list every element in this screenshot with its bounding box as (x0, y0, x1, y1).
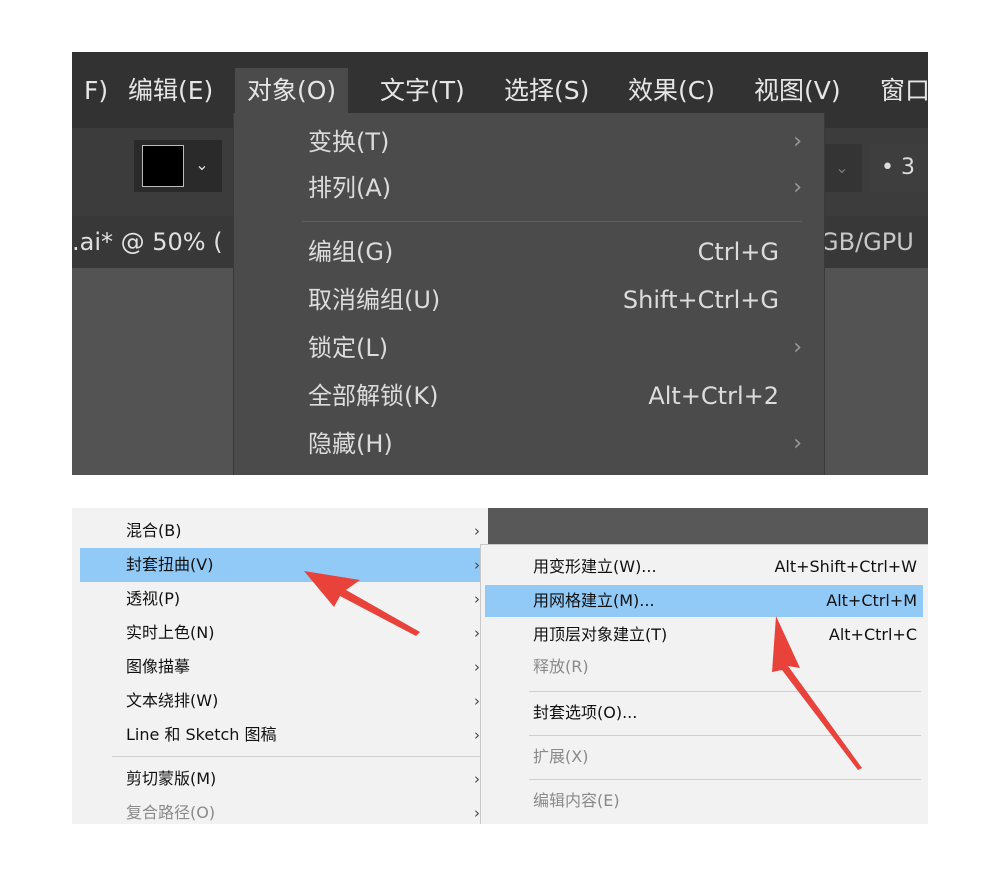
menu-item-release[interactable]: 释放(R) (485, 651, 923, 683)
menu-item-label: 扩展(X) (533, 747, 589, 766)
menu-item-label: 剪切蒙版(M) (126, 769, 217, 788)
menu-item-shortcut: Shift+Ctrl+G (622, 286, 779, 314)
menu-item-arrange[interactable]: 排列(A) › (234, 165, 824, 211)
menu-item-label: 编组(G) (308, 238, 394, 266)
menu-item-hide[interactable]: 隐藏(H) › (234, 421, 824, 467)
menu-object[interactable]: 对象(O) (235, 68, 349, 114)
menu-item-label: 编辑内容(E) (533, 791, 620, 810)
menu-item-label: 释放(R) (533, 657, 589, 676)
menu-separator (529, 779, 921, 780)
chevron-right-icon: › (793, 335, 802, 360)
object-dropdown-menu: 变换(T) › 排列(A) › 编组(G) Ctrl+G 取消编组(U) Shi… (233, 113, 825, 475)
menu-item-label: 变换(T) (308, 128, 390, 156)
chevron-right-icon: › (793, 175, 802, 200)
envelope-distort-menu-panel: 混合(B) › 封套扭曲(V) › 透视(P) › 实时上色(N) › 图像描摹… (72, 508, 928, 824)
chevron-right-icon: › (474, 522, 480, 540)
menu-separator (302, 221, 802, 222)
menu-view[interactable]: 视图(V) (742, 68, 853, 114)
menu-item-label: 封套扭曲(V) (126, 555, 214, 574)
menu-item-label: 锁定(L) (308, 334, 389, 362)
menu-item-label: 用顶层对象建立(T) (533, 625, 668, 644)
menu-item-label: 取消编组(U) (308, 286, 441, 314)
chevron-down-icon[interactable]: ⌄ (822, 144, 862, 192)
canvas-background (488, 508, 928, 544)
menu-item-make-with-warp[interactable]: 用变形建立(W)... Alt+Shift+Ctrl+W (485, 551, 923, 583)
menu-window[interactable]: 窗口 (868, 68, 928, 114)
menu-select[interactable]: 选择(S) (492, 68, 601, 114)
chevron-right-icon: › (793, 129, 802, 154)
illustrator-top-panel: F) 编辑(E) 对象(O) 文字(T) 选择(S) 效果(C) 视图(V) 窗… (72, 52, 928, 475)
menu-item-shortcut: Alt+Ctrl+C (828, 625, 917, 644)
envelope-distort-submenu: 用变形建立(W)... Alt+Shift+Ctrl+W 用网格建立(M)...… (480, 544, 928, 824)
menu-item-envelope-options[interactable]: 封套选项(O)... (485, 697, 923, 729)
menu-item-transform[interactable]: 变换(T) › (234, 119, 824, 165)
menu-item-label: 透视(P) (126, 589, 181, 608)
menu-effect[interactable]: 效果(C) (616, 68, 727, 114)
menu-item-label: 文本绕排(W) (126, 691, 219, 710)
menu-item-make-with-top-object[interactable]: 用顶层对象建立(T) Alt+Ctrl+C (485, 619, 923, 651)
chevron-down-icon[interactable]: ⌄ (190, 152, 214, 178)
menu-file[interactable]: F) (72, 68, 120, 114)
menu-edit[interactable]: 编辑(E) (116, 68, 225, 114)
menu-item-ungroup[interactable]: 取消编组(U) Shift+Ctrl+G (234, 277, 824, 323)
menu-item-label: 实时上色(N) (126, 623, 215, 642)
menu-item-label: 全部解锁(K) (308, 382, 439, 410)
menu-item-shortcut: Alt+Ctrl+M (826, 591, 917, 610)
menu-item-live-paint[interactable]: 实时上色(N) › (80, 616, 480, 650)
menu-item-shortcut: Ctrl+G (697, 238, 779, 266)
menu-item-label: 混合(B) (126, 521, 182, 540)
menu-item-label: 复合路径(O) (126, 803, 216, 822)
menu-item-shortcut: Alt+Ctrl+2 (648, 382, 779, 410)
menu-item-label: 封套选项(O)... (533, 703, 638, 722)
menu-item-perspective[interactable]: 透视(P) › (80, 582, 480, 616)
document-tab[interactable]: .ai* @ 50% ( (72, 220, 223, 264)
menu-item-label: 用网格建立(M)... (533, 591, 655, 610)
menu-item-envelope-distort[interactable]: 封套扭曲(V) › (80, 548, 480, 582)
menu-item-text-wrap[interactable]: 文本绕排(W) › (80, 684, 480, 718)
menu-separator (112, 756, 480, 757)
menu-item-edit-contents[interactable]: 编辑内容(E) (485, 785, 923, 817)
menu-item-label: Line 和 Sketch 图稿 (126, 725, 277, 744)
menu-item-shortcut: Alt+Shift+Ctrl+W (774, 557, 917, 576)
menu-item-label: 排列(A) (308, 174, 392, 202)
menu-item-make-with-mesh[interactable]: 用网格建立(M)... Alt+Ctrl+M (485, 585, 923, 617)
menu-separator (529, 691, 921, 692)
menu-item-label: 隐藏(H) (308, 430, 393, 458)
menu-item-label: 图像描摹 (126, 657, 191, 676)
menu-item-blend[interactable]: 混合(B) › (80, 514, 480, 548)
menu-item-clipping-mask[interactable]: 剪切蒙版(M) › (80, 762, 480, 796)
stroke-weight-control[interactable]: • 3 (869, 144, 928, 192)
menu-item-lock[interactable]: 锁定(L) › (234, 325, 824, 371)
document-color-mode: GB/GPU (820, 228, 914, 256)
menu-type[interactable]: 文字(T) (368, 68, 477, 114)
menu-separator (529, 735, 921, 736)
menu-item-label: 用变形建立(W)... (533, 557, 657, 576)
menu-item-image-trace[interactable]: 图像描摹 › (80, 650, 480, 684)
menu-item-compound-path[interactable]: 复合路径(O) › (80, 796, 480, 824)
menu-item-group[interactable]: 编组(G) Ctrl+G (234, 229, 824, 275)
menu-item-unlock-all[interactable]: 全部解锁(K) Alt+Ctrl+2 (234, 373, 824, 419)
menu-item-line-and-sketch[interactable]: Line 和 Sketch 图稿 › (80, 718, 480, 752)
fill-color-swatch[interactable] (142, 145, 184, 187)
chevron-right-icon: › (793, 431, 802, 456)
menu-item-expand[interactable]: 扩展(X) (485, 741, 923, 773)
